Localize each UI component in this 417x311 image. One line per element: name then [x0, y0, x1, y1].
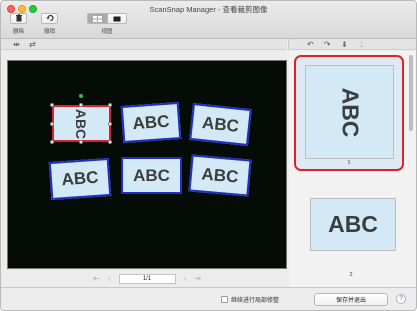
merge-icon: ⊥	[358, 40, 365, 49]
undo-icon	[46, 14, 54, 24]
rotation-handle[interactable]	[79, 94, 83, 98]
delete-button[interactable]	[10, 13, 27, 24]
card-text: ABC	[73, 108, 90, 139]
thumbnail-item-1[interactable]: ABC 1	[294, 55, 404, 171]
resize-handle[interactable]	[108, 140, 112, 144]
thumbnail-image: ABC	[310, 198, 396, 251]
split-icon[interactable]: ⇟	[341, 40, 348, 49]
undo-label: 撤销	[43, 29, 55, 35]
resize-handle[interactable]	[50, 140, 54, 144]
grid-view-icon	[88, 15, 107, 22]
swap-icon[interactable]: ⇄	[29, 40, 36, 49]
resize-handle[interactable]	[108, 122, 112, 126]
thumbnail-panel: ABC 1 ABC 2	[289, 51, 416, 287]
fit-to-window-icon[interactable]: ⇹	[13, 40, 20, 49]
crop-card-5[interactable]: ABC	[121, 157, 182, 194]
resize-handle[interactable]	[50, 122, 54, 126]
page-number-field[interactable]: 1/1	[118, 273, 176, 284]
crop-card-6[interactable]: ABC	[188, 154, 252, 197]
card-text: ABC	[200, 163, 240, 187]
crop-card-1[interactable]: ABC	[52, 105, 111, 142]
pagination: ⇤ ‹ 1/1 › ⇥	[7, 271, 287, 286]
crop-card-3[interactable]: ABC	[189, 103, 252, 146]
last-page-icon[interactable]: ⇥	[194, 274, 201, 283]
view-single-button[interactable]	[106, 14, 127, 23]
single-view-icon	[108, 16, 127, 22]
scrollbar-thumb[interactable]	[409, 55, 413, 131]
crop-card-4[interactable]: ABC	[48, 157, 112, 201]
first-page-icon[interactable]: ⇤	[93, 274, 100, 283]
thumbnail-number: 1	[347, 160, 351, 166]
previous-page-icon[interactable]: ‹	[108, 274, 111, 283]
help-button[interactable]: ?	[396, 294, 406, 304]
resize-handle[interactable]	[79, 103, 83, 107]
toolbar: ScanSnap Manager - 查看裁剪图像 删除 撤销 视图	[1, 1, 416, 39]
save-and-exit-button[interactable]: 保存并退出	[314, 293, 388, 306]
next-page-icon[interactable]: ›	[184, 274, 187, 283]
rotate-right-icon[interactable]: ↷	[324, 40, 331, 49]
preview-canvas[interactable]: ABC ABC ABC ABC ABC ABC	[7, 60, 287, 269]
resize-handle[interactable]	[108, 103, 112, 107]
continue-editing-checkbox[interactable]	[221, 296, 228, 303]
undo-button[interactable]	[41, 13, 58, 24]
view-toggle[interactable]	[87, 13, 127, 24]
trash-icon	[15, 13, 23, 24]
resize-handle[interactable]	[50, 103, 54, 107]
continue-editing-label[interactable]: 继续进行局部修整	[231, 295, 279, 304]
view-multi-button[interactable]	[88, 14, 107, 23]
thumbnail-text: ABC	[337, 87, 363, 137]
app-window: ScanSnap Manager - 查看裁剪图像 删除 撤销 视图 ⇹ ⇄ ↶…	[0, 0, 417, 311]
thumbnail-image: ABC	[305, 65, 394, 159]
view-label: 视图	[101, 29, 113, 35]
preview-toolbar: ⇹ ⇄	[1, 39, 287, 50]
crop-card-2[interactable]: ABC	[120, 102, 182, 143]
thumbnail-toolbar: ↶ ↷ ⇟ ⊥	[288, 39, 416, 50]
rotate-left-icon[interactable]: ↶	[307, 40, 314, 49]
thumbnail-scrollbar[interactable]	[408, 53, 414, 285]
card-text: ABC	[60, 167, 100, 190]
resize-handle[interactable]	[79, 140, 83, 144]
delete-label: 删除	[12, 29, 24, 35]
card-text: ABC	[131, 111, 171, 133]
thumbnail-text: ABC	[328, 211, 378, 237]
window-title: ScanSnap Manager - 查看裁剪图像	[149, 5, 268, 14]
card-text: ABC	[133, 165, 170, 185]
bottom-bar: 继续进行局部修整 保存并退出 ?	[1, 287, 416, 310]
thumbnail-number: 2	[349, 272, 353, 278]
card-text: ABC	[201, 112, 240, 136]
